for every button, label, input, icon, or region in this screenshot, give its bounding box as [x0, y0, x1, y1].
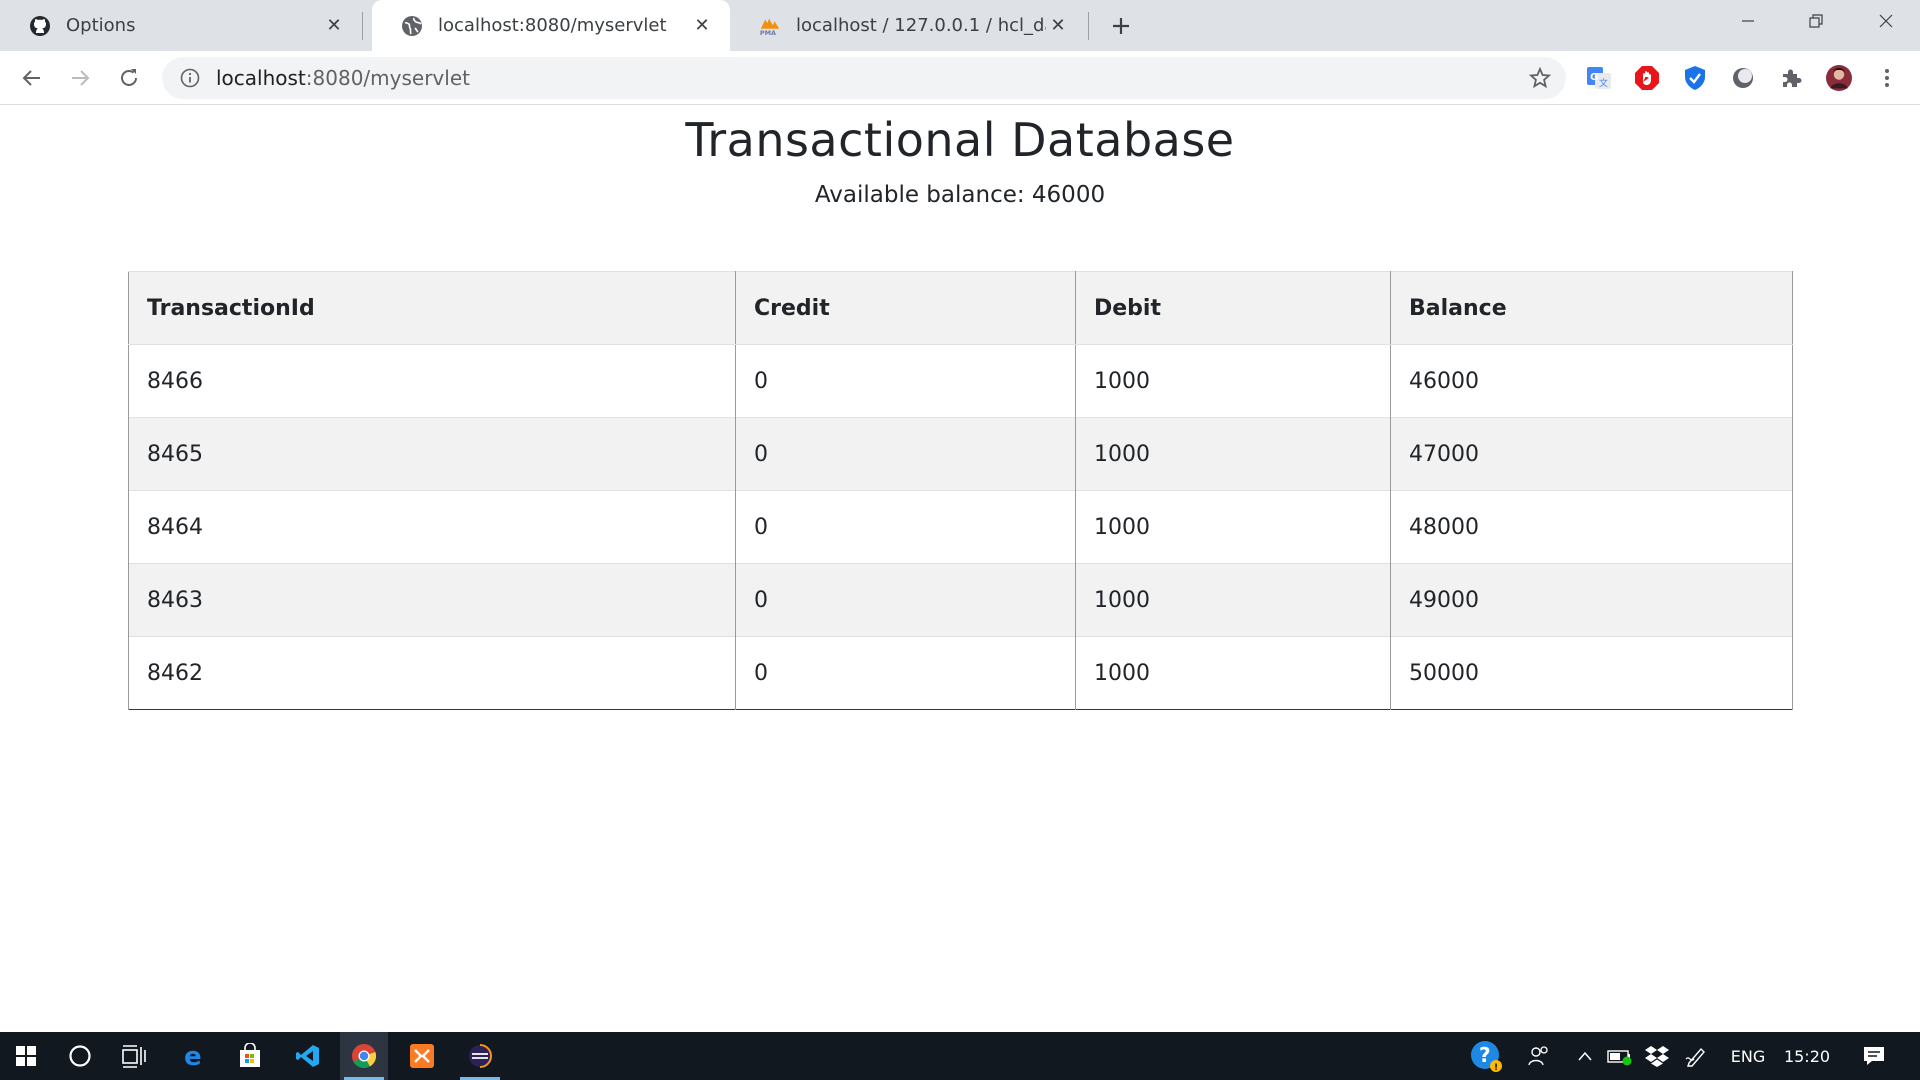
adblock-icon[interactable]: [1634, 65, 1660, 91]
cell-credit: 0: [735, 490, 1076, 564]
cell-balance: 50000: [1390, 636, 1793, 710]
minimize-button[interactable]: [1720, 0, 1776, 42]
browser-toolbar: localhost:8080/myservlet G文: [0, 51, 1920, 105]
tab-strip: Options ✕ localhost:8080/myservlet ✕ PMA…: [0, 0, 1920, 51]
table-row: 8462 0 1000 50000: [128, 636, 1793, 710]
table-row: 8466 0 1000 46000: [128, 344, 1793, 418]
tab-title: localhost:8080/myservlet: [438, 15, 667, 36]
cell-transaction-id: 8463: [128, 563, 736, 637]
cell-balance: 47000: [1390, 417, 1793, 491]
svg-text:!: !: [1494, 1063, 1498, 1073]
table-row: 8463 0 1000 49000: [128, 563, 1793, 637]
translate-icon[interactable]: G文: [1586, 65, 1612, 91]
page-title: Transactional Database: [685, 113, 1235, 167]
windows-taskbar: e ?! ENG 15:20: [0, 1032, 1920, 1080]
page-content: Transactional Database Available balance…: [0, 106, 1920, 1030]
address-bar[interactable]: localhost:8080/myservlet: [162, 57, 1566, 99]
svg-text:文: 文: [1599, 77, 1608, 89]
back-button[interactable]: [13, 59, 51, 97]
svg-text:e: e: [184, 1043, 202, 1069]
language-indicator[interactable]: ENG: [1726, 1032, 1770, 1080]
menu-icon[interactable]: [1874, 65, 1900, 91]
close-window-button[interactable]: [1858, 0, 1914, 42]
close-icon[interactable]: ✕: [690, 14, 714, 38]
cell-credit: 0: [735, 636, 1076, 710]
edge-icon[interactable]: e: [170, 1032, 218, 1080]
tab-phpmyadmin[interactable]: PMA localhost / 127.0.0.1 / hcl_data / t…: [730, 0, 1086, 51]
reload-button[interactable]: [110, 59, 148, 97]
tab-title: Options: [66, 15, 136, 36]
table-row: 8465 0 1000 47000: [128, 417, 1793, 491]
cell-credit: 0: [735, 344, 1076, 418]
svg-text:PMA: PMA: [760, 29, 776, 37]
url-host: localhost: [216, 66, 306, 90]
chevron-up-icon[interactable]: [1572, 1032, 1598, 1080]
shield-icon[interactable]: [1682, 65, 1708, 91]
transactions-table: TransactionId Credit Debit Balance 8466 …: [128, 271, 1793, 710]
phpmyadmin-icon: PMA: [758, 14, 782, 38]
cell-transaction-id: 8464: [128, 490, 736, 564]
tab-separator: [362, 12, 363, 40]
help-icon[interactable]: ?!: [1466, 1032, 1506, 1080]
cell-balance: 48000: [1390, 490, 1793, 564]
tab-title: localhost / 127.0.0.1 / hcl_data / t: [796, 15, 1046, 36]
battery-icon[interactable]: [1604, 1032, 1636, 1080]
header-debit: Debit: [1075, 271, 1391, 345]
info-icon[interactable]: [178, 66, 202, 90]
svg-text:G: G: [1590, 72, 1598, 83]
cell-transaction-id: 8462: [128, 636, 736, 710]
cell-debit: 1000: [1075, 636, 1391, 710]
profile-avatar[interactable]: [1826, 65, 1852, 91]
header-transaction-id: TransactionId: [128, 271, 736, 345]
cell-credit: 0: [735, 417, 1076, 491]
available-balance: Available balance: 46000: [814, 182, 1106, 208]
svg-text:?: ?: [1479, 1043, 1491, 1067]
store-icon[interactable]: [226, 1032, 274, 1080]
table-row: 8464 0 1000 48000: [128, 490, 1793, 564]
close-icon[interactable]: ✕: [322, 14, 346, 38]
bookmark-star-icon[interactable]: [1528, 66, 1552, 90]
tab-separator: [1088, 12, 1089, 40]
task-view-icon[interactable]: [110, 1032, 158, 1080]
people-icon[interactable]: [1522, 1032, 1556, 1080]
forward-button[interactable]: [61, 59, 99, 97]
cell-debit: 1000: [1075, 417, 1391, 491]
close-icon[interactable]: ✕: [1046, 14, 1070, 38]
pen-icon[interactable]: [1682, 1032, 1712, 1080]
puzzle-icon[interactable]: [1778, 65, 1804, 91]
eclipse-icon[interactable]: [456, 1032, 504, 1080]
search-circle-icon[interactable]: [56, 1032, 104, 1080]
cell-credit: 0: [735, 563, 1076, 637]
tab-myservlet[interactable]: localhost:8080/myservlet ✕: [372, 0, 730, 51]
globe-icon: [400, 14, 424, 38]
cell-debit: 1000: [1075, 344, 1391, 418]
tab-options[interactable]: Options ✕: [0, 0, 362, 51]
table-header-row: TransactionId Credit Debit Balance: [128, 271, 1793, 345]
header-balance: Balance: [1390, 271, 1793, 345]
circle-extension-icon[interactable]: [1730, 65, 1756, 91]
github-icon: [28, 14, 52, 38]
cell-balance: 46000: [1390, 344, 1793, 418]
cell-transaction-id: 8466: [128, 344, 736, 418]
chrome-taskbar-icon[interactable]: [340, 1032, 388, 1080]
cell-transaction-id: 8465: [128, 417, 736, 491]
cell-balance: 49000: [1390, 563, 1793, 637]
restore-button[interactable]: [1788, 0, 1844, 42]
cell-debit: 1000: [1075, 490, 1391, 564]
dropbox-icon[interactable]: [1642, 1032, 1672, 1080]
url-path: :8080/myservlet: [305, 66, 470, 90]
url-text: localhost:8080/myservlet: [216, 66, 470, 90]
new-tab-button[interactable]: [1106, 11, 1136, 41]
cell-debit: 1000: [1075, 563, 1391, 637]
xampp-icon[interactable]: [398, 1032, 446, 1080]
header-credit: Credit: [735, 271, 1076, 345]
vscode-icon[interactable]: [284, 1032, 332, 1080]
notification-icon[interactable]: [1856, 1032, 1892, 1080]
windows-start-icon[interactable]: [2, 1032, 50, 1080]
clock[interactable]: 15:20: [1782, 1032, 1832, 1080]
